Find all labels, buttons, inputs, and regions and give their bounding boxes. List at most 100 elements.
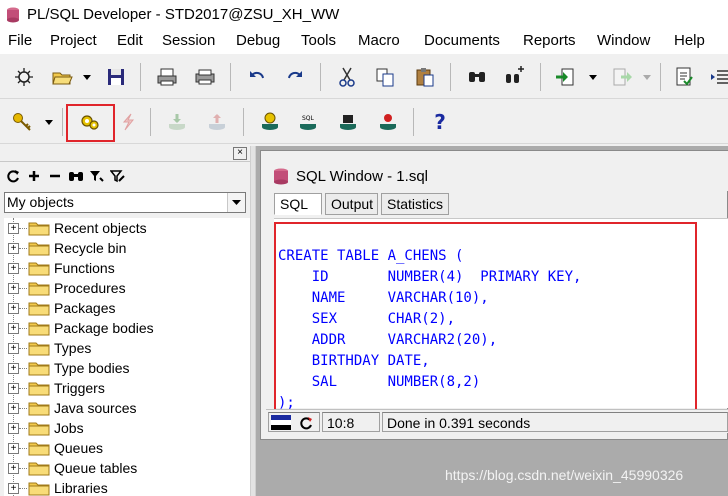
db-execute-icon[interactable]: [258, 110, 282, 134]
db-step-icon[interactable]: [336, 110, 360, 134]
tree-item[interactable]: + Triggers: [4, 378, 250, 398]
tree-item[interactable]: + Packages: [4, 298, 250, 318]
import-dropdown-icon[interactable]: [588, 65, 598, 89]
menu-window[interactable]: Window: [597, 32, 650, 49]
find-icon[interactable]: [67, 167, 85, 185]
object-filter-value: My objects: [7, 194, 74, 210]
tree-item[interactable]: + Type bodies: [4, 358, 250, 378]
copy-icon[interactable]: [373, 65, 397, 89]
tree-item[interactable]: + Package bodies: [4, 318, 250, 338]
expand-icon[interactable]: +: [8, 423, 19, 434]
svg-text:SQL: SQL: [302, 115, 315, 122]
export-icon[interactable]: [610, 65, 634, 89]
indent-icon[interactable]: [708, 65, 728, 89]
print-icon[interactable]: [155, 65, 179, 89]
expand-icon[interactable]: +: [8, 243, 19, 254]
help-icon[interactable]: ?: [428, 110, 452, 134]
report-icon[interactable]: [672, 65, 696, 89]
commit-icon[interactable]: [165, 110, 189, 134]
chevron-down-icon[interactable]: [227, 193, 245, 212]
key-dropdown-icon[interactable]: [44, 110, 54, 134]
find-next-icon[interactable]: [503, 65, 527, 89]
add-icon[interactable]: [25, 167, 43, 185]
tree-item-label: Jobs: [54, 420, 84, 436]
tab-sql[interactable]: SQL: [274, 193, 322, 215]
expand-icon[interactable]: +: [8, 463, 19, 474]
sql-window-titlebar[interactable]: SQL Window - 1.sql: [261, 151, 728, 191]
folder-icon: [28, 262, 50, 276]
tree-item[interactable]: + Libraries: [4, 478, 250, 496]
rollback-icon[interactable]: [205, 110, 229, 134]
paste-icon[interactable]: [413, 65, 437, 89]
key-icon[interactable]: [10, 110, 34, 134]
expand-icon[interactable]: +: [8, 283, 19, 294]
print-preview-icon[interactable]: [193, 65, 217, 89]
tree-item[interactable]: + Recycle bin: [4, 238, 250, 258]
filter-edit-icon[interactable]: [109, 167, 127, 185]
menu-help[interactable]: Help: [674, 32, 705, 49]
tree-item[interactable]: + Types: [4, 338, 250, 358]
db-break-icon[interactable]: [376, 110, 400, 134]
remove-icon[interactable]: [46, 167, 64, 185]
sql-icon[interactable]: SQL: [296, 110, 320, 134]
undo-icon[interactable]: [245, 65, 269, 89]
tab-output[interactable]: Output: [325, 193, 378, 215]
expand-icon[interactable]: +: [8, 323, 19, 334]
redo-icon[interactable]: [283, 65, 307, 89]
refresh-icon[interactable]: [299, 416, 313, 430]
tree-item[interactable]: + Queue tables: [4, 458, 250, 478]
new-icon[interactable]: [12, 65, 36, 89]
import-icon[interactable]: [553, 65, 577, 89]
tree-connector: [19, 348, 27, 349]
expand-icon[interactable]: +: [8, 263, 19, 274]
tree-item[interactable]: + Jobs: [4, 418, 250, 438]
menu-file[interactable]: File: [8, 32, 32, 49]
find-icon[interactable]: [465, 65, 489, 89]
tree-connector: [19, 248, 27, 249]
object-browser: × My objects + Recent objects + Recycle bin…: [0, 146, 250, 496]
tree-item-label: Recycle bin: [54, 240, 127, 256]
expand-icon[interactable]: +: [8, 403, 19, 414]
menu-session[interactable]: Session: [162, 32, 215, 49]
break-icon[interactable]: [116, 110, 140, 134]
filter-icon[interactable]: [88, 167, 106, 185]
menu-reports[interactable]: Reports: [523, 32, 576, 49]
sql-status-bar: 10:8 Done in 0.391 seconds: [266, 409, 728, 433]
refresh-icon[interactable]: [4, 167, 22, 185]
expand-icon[interactable]: +: [8, 383, 19, 394]
window-title: PL/SQL Developer - STD2017@ZSU_XH_WW: [27, 6, 340, 23]
gears-highlight-box: [66, 104, 115, 142]
tree-item[interactable]: + Procedures: [4, 278, 250, 298]
tree-item[interactable]: + Java sources: [4, 398, 250, 418]
database-icon: [274, 168, 288, 185]
title-bar: PL/SQL Developer - STD2017@ZSU_XH_WW: [0, 0, 728, 30]
tree-item[interactable]: + Queues: [4, 438, 250, 458]
tree-item[interactable]: + Recent objects: [4, 218, 250, 238]
tree-item[interactable]: + Functions: [4, 258, 250, 278]
expand-icon[interactable]: +: [8, 223, 19, 234]
tab-statistics[interactable]: Statistics: [381, 193, 449, 215]
menu-debug[interactable]: Debug: [236, 32, 280, 49]
toolbar-separator: [660, 63, 661, 91]
menu-edit[interactable]: Edit: [117, 32, 143, 49]
tree-item-label: Package bodies: [54, 320, 154, 336]
expand-icon[interactable]: +: [8, 363, 19, 374]
menu-tools[interactable]: Tools: [301, 32, 336, 49]
open-dropdown-icon[interactable]: [82, 65, 92, 89]
export-dropdown-icon[interactable]: [642, 65, 652, 89]
open-icon[interactable]: [50, 65, 74, 89]
object-filter-select[interactable]: My objects: [4, 192, 246, 213]
cut-icon[interactable]: [335, 65, 359, 89]
object-browser-header: ×: [0, 146, 250, 162]
expand-icon[interactable]: +: [8, 443, 19, 454]
menu-documents[interactable]: Documents: [424, 32, 500, 49]
expand-icon[interactable]: +: [8, 303, 19, 314]
close-icon[interactable]: ×: [233, 147, 247, 160]
expand-icon[interactable]: +: [8, 343, 19, 354]
save-icon[interactable]: [104, 65, 128, 89]
toolbar-separator: [243, 108, 244, 136]
folder-icon: [28, 462, 50, 476]
menu-project[interactable]: Project: [50, 32, 97, 49]
expand-icon[interactable]: +: [8, 483, 19, 494]
menu-macro[interactable]: Macro: [358, 32, 400, 49]
